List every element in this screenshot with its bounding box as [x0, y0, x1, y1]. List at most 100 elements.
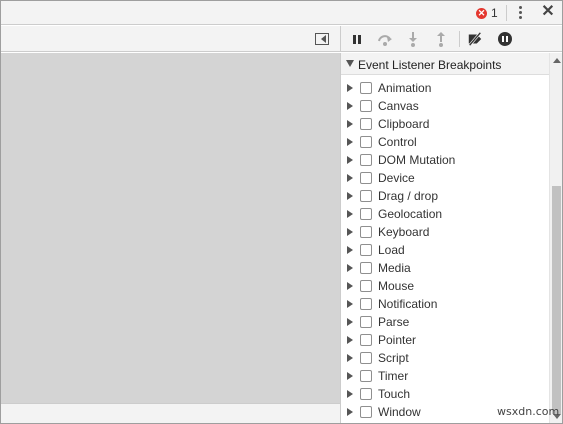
breakpoint-category-item[interactable]: Script [341, 349, 549, 367]
collapsed-arrow-icon[interactable] [347, 390, 353, 398]
category-checkbox[interactable] [360, 172, 372, 184]
category-checkbox[interactable] [360, 136, 372, 148]
breakpoint-category-item[interactable]: Clipboard [341, 115, 549, 133]
collapsed-arrow-icon[interactable] [347, 246, 353, 254]
category-label: Drag / drop [378, 189, 439, 203]
breakpoint-category-item[interactable]: Keyboard [341, 223, 549, 241]
category-label: DOM Mutation [378, 153, 456, 167]
pause-on-exceptions-icon[interactable] [497, 31, 513, 47]
scroll-up-arrow-icon[interactable] [553, 58, 561, 63]
breakpoint-category-item[interactable]: Parse [341, 313, 549, 331]
category-checkbox[interactable] [360, 154, 372, 166]
vertical-dots-icon[interactable] [515, 5, 525, 21]
collapsed-arrow-icon[interactable] [347, 408, 353, 416]
category-label: Load [378, 243, 405, 257]
toolbar-divider [340, 26, 341, 52]
debugger-toolbar [1, 26, 562, 52]
category-checkbox[interactable] [360, 82, 372, 94]
category-label: Mouse [378, 279, 415, 293]
collapsed-arrow-icon[interactable] [347, 282, 353, 290]
category-checkbox[interactable] [360, 226, 372, 238]
toolbar-separator [459, 31, 460, 47]
expand-arrow-icon [346, 60, 354, 67]
scrollbar-thumb[interactable] [552, 186, 561, 414]
collapsed-arrow-icon[interactable] [347, 264, 353, 272]
breakpoint-category-item[interactable]: Touch [341, 385, 549, 403]
step-over-icon[interactable] [377, 31, 393, 47]
category-label: Control [378, 135, 417, 149]
debugger-sidebar: Event Listener Breakpoints Animation Canv… [341, 53, 549, 423]
section-title: Event Listener Breakpoints [358, 58, 502, 72]
category-checkbox[interactable] [360, 208, 372, 220]
devtools-window: ✕ 1 ✕ Event Listener Breakpoints Animati… [0, 0, 563, 424]
editor-status-bar [1, 403, 340, 423]
watermark: wsxdn.com [497, 405, 560, 418]
breakpoint-category-item[interactable]: DOM Mutation [341, 151, 549, 169]
category-label: Script [378, 351, 409, 365]
breakpoint-category-item[interactable]: Drag / drop [341, 187, 549, 205]
collapsed-arrow-icon[interactable] [347, 120, 353, 128]
category-label: Clipboard [378, 117, 430, 131]
category-checkbox[interactable] [360, 118, 372, 130]
pause-icon[interactable] [349, 31, 365, 47]
collapsed-arrow-icon[interactable] [347, 138, 353, 146]
error-count: 1 [491, 6, 498, 20]
collapsed-arrow-icon[interactable] [347, 354, 353, 362]
breakpoint-category-list: Animation Canvas Clipboard Control DOM Mutat… [341, 79, 549, 421]
category-label: Keyboard [378, 225, 430, 239]
source-editor-panel [1, 53, 340, 403]
breakpoint-category-item[interactable]: Animation [341, 79, 549, 97]
breakpoint-category-item[interactable]: Notification [341, 295, 549, 313]
category-label: Device [378, 171, 415, 185]
category-checkbox[interactable] [360, 244, 372, 256]
category-checkbox[interactable] [360, 370, 372, 382]
category-checkbox[interactable] [360, 388, 372, 400]
event-listener-breakpoints-header[interactable]: Event Listener Breakpoints [341, 53, 549, 75]
category-label: Animation [378, 81, 432, 95]
collapsed-arrow-icon[interactable] [347, 156, 353, 164]
breakpoint-category-item[interactable]: Mouse [341, 277, 549, 295]
breakpoint-category-item[interactable]: Timer [341, 367, 549, 385]
category-checkbox[interactable] [360, 190, 372, 202]
collapsed-arrow-icon[interactable] [347, 84, 353, 92]
step-out-icon[interactable] [433, 31, 449, 47]
category-label: Media [378, 261, 411, 275]
collapsed-arrow-icon[interactable] [347, 228, 353, 236]
collapsed-arrow-icon[interactable] [347, 174, 353, 182]
collapsed-arrow-icon[interactable] [347, 192, 353, 200]
error-icon: ✕ [476, 7, 487, 19]
sidebar-scrollbar[interactable] [549, 53, 562, 423]
category-checkbox[interactable] [360, 352, 372, 364]
category-checkbox[interactable] [360, 316, 372, 328]
collapsed-arrow-icon[interactable] [347, 336, 353, 344]
breakpoint-category-item[interactable]: Load [341, 241, 549, 259]
category-checkbox[interactable] [360, 298, 372, 310]
error-counter[interactable]: ✕ 1 [476, 6, 498, 20]
collapsed-arrow-icon[interactable] [347, 210, 353, 218]
category-label: Pointer [378, 333, 417, 347]
category-label: Parse [378, 315, 410, 329]
breakpoint-category-item[interactable]: Pointer [341, 331, 549, 349]
collapsed-arrow-icon[interactable] [347, 318, 353, 326]
breakpoint-category-item[interactable]: Canvas [341, 97, 549, 115]
collapsed-arrow-icon[interactable] [347, 372, 353, 380]
devtools-top-bar: ✕ 1 ✕ [1, 1, 562, 25]
breakpoint-category-item[interactable]: Media [341, 259, 549, 277]
close-icon[interactable]: ✕ [541, 4, 555, 20]
collapsed-arrow-icon[interactable] [347, 102, 353, 110]
toggle-sidebar-icon[interactable] [315, 33, 329, 45]
category-label: Window [378, 405, 421, 419]
breakpoint-category-item[interactable]: Control [341, 133, 549, 151]
category-checkbox[interactable] [360, 334, 372, 346]
step-into-icon[interactable] [405, 31, 421, 47]
category-label: Geolocation [378, 207, 443, 221]
deactivate-breakpoints-icon[interactable] [467, 31, 483, 47]
breakpoint-category-item[interactable]: Geolocation [341, 205, 549, 223]
breakpoint-category-item[interactable]: Device [341, 169, 549, 187]
collapsed-arrow-icon[interactable] [347, 300, 353, 308]
category-checkbox[interactable] [360, 100, 372, 112]
category-checkbox[interactable] [360, 280, 372, 292]
category-checkbox[interactable] [360, 262, 372, 274]
toolbar-separator [506, 5, 507, 21]
category-checkbox[interactable] [360, 406, 372, 418]
